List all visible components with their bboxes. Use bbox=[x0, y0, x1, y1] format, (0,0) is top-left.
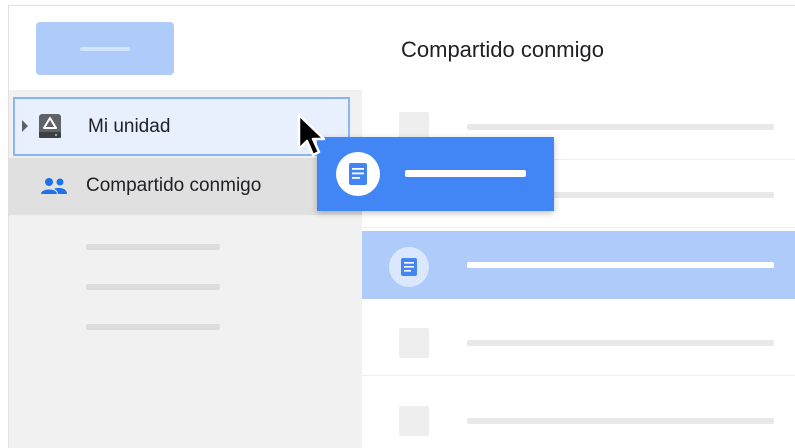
drag-ghost-file[interactable] bbox=[317, 137, 554, 211]
file-name-placeholder bbox=[467, 340, 774, 346]
mouse-pointer-icon bbox=[297, 113, 326, 157]
page-title: Compartido conmigo bbox=[401, 37, 604, 62]
file-thumbnail bbox=[399, 328, 429, 358]
sidebar-placeholder-item bbox=[86, 284, 220, 290]
sidebar-item-label: Compartido conmigo bbox=[86, 175, 262, 196]
sidebar-item-shared-with-me[interactable]: Compartido conmigo bbox=[9, 158, 362, 215]
sidebar-placeholder-item bbox=[86, 244, 220, 250]
google-docs-icon bbox=[389, 247, 429, 287]
file-row[interactable] bbox=[362, 386, 795, 448]
file-row-selected[interactable] bbox=[362, 231, 795, 299]
people-icon bbox=[41, 178, 67, 194]
google-docs-icon bbox=[336, 152, 380, 196]
file-row[interactable] bbox=[362, 308, 795, 376]
sidebar-placeholder-item bbox=[86, 324, 220, 330]
file-name-placeholder bbox=[467, 262, 774, 268]
top-bar: Compartido conmigo bbox=[9, 6, 795, 91]
sidebar-item-label: Mi unidad bbox=[88, 116, 171, 137]
new-button-placeholder-bar bbox=[80, 47, 130, 51]
drag-ghost-name-placeholder bbox=[405, 170, 526, 177]
file-name-placeholder bbox=[467, 418, 774, 424]
file-thumbnail bbox=[399, 406, 429, 436]
google-drive-icon bbox=[39, 114, 61, 138]
caret-right-icon[interactable] bbox=[22, 120, 28, 132]
file-name-placeholder bbox=[467, 124, 774, 130]
drive-window: Compartido conmigo Mi unidad Compartido … bbox=[8, 5, 795, 448]
new-button[interactable] bbox=[36, 22, 174, 75]
